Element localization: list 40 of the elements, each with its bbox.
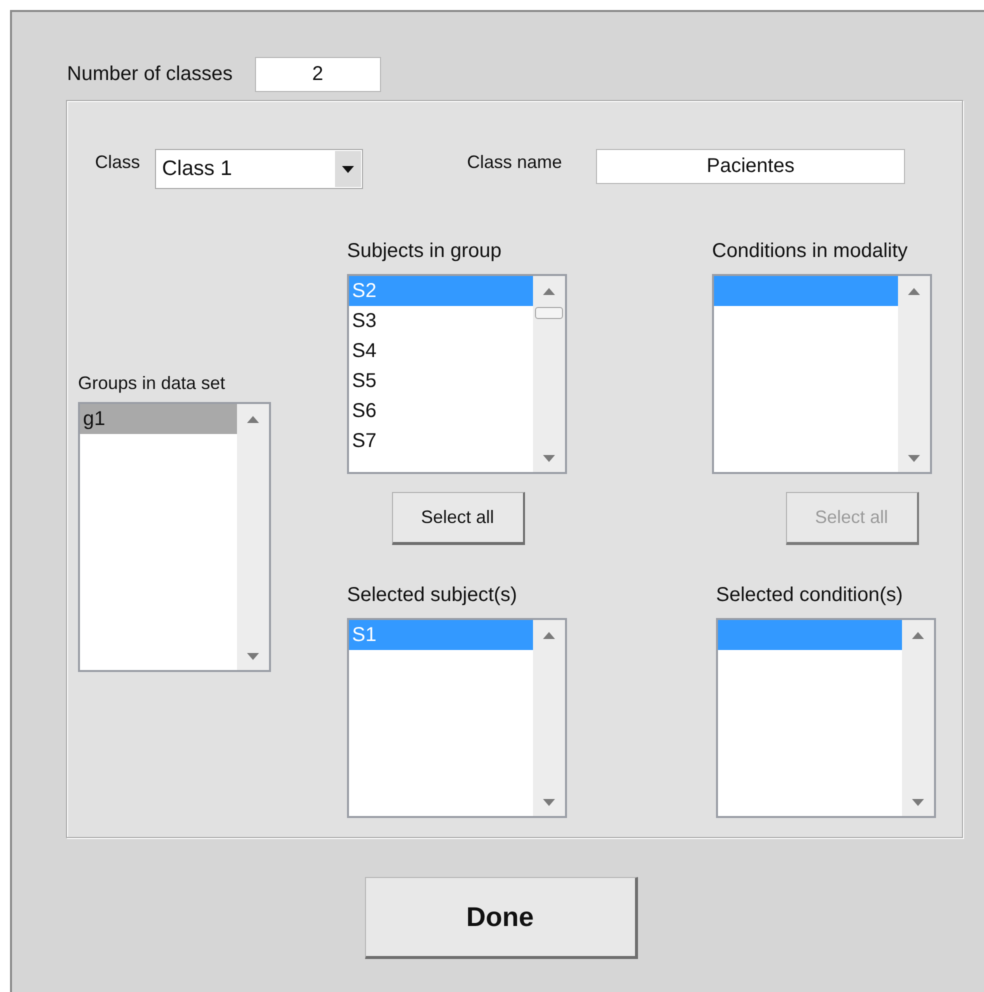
scroll-down-arrow-icon[interactable]	[912, 799, 924, 806]
scroll-down-arrow-icon[interactable]	[543, 799, 555, 806]
scroll-thumb[interactable]	[535, 307, 563, 319]
scroll-up-arrow-icon[interactable]	[247, 416, 259, 423]
list-box[interactable]: S2 S3 S4 S5 S6 S7	[347, 274, 567, 474]
scroll-up-arrow-icon[interactable]	[908, 288, 920, 295]
scroll-up-arrow-icon[interactable]	[543, 288, 555, 295]
field-label: Class name	[467, 151, 562, 174]
scroll-bar[interactable]	[898, 276, 930, 472]
scroll-bar[interactable]	[533, 620, 565, 816]
list-box[interactable]	[712, 274, 932, 474]
dropdown-arrow-icon	[342, 166, 354, 172]
list-label: Groups in data set	[78, 372, 226, 395]
list-item[interactable]: S4	[349, 336, 533, 366]
list-label: Subjects in group	[347, 239, 503, 264]
scroll-up-arrow-icon[interactable]	[543, 632, 555, 639]
list-box[interactable]	[716, 618, 936, 818]
list-label: Selected subject(s)	[347, 583, 518, 608]
list-item[interactable]: S5	[349, 366, 533, 396]
list-item[interactable]: S6	[349, 396, 533, 426]
scroll-down-arrow-icon[interactable]	[908, 455, 920, 462]
scroll-down-arrow-icon[interactable]	[543, 455, 555, 462]
list-item[interactable]: S3	[349, 306, 533, 336]
list-label: Selected condition(s)	[716, 583, 904, 608]
class-name-field[interactable]: Pacientes	[596, 149, 906, 184]
list-label: Conditions in modality	[712, 239, 909, 264]
list-box[interactable]: g1	[78, 402, 271, 672]
scroll-down-arrow-icon[interactable]	[247, 653, 259, 660]
scroll-bar[interactable]	[902, 620, 934, 816]
list-item[interactable]: g1	[80, 404, 237, 434]
select-all-button[interactable]: Select all	[392, 492, 524, 545]
list-item[interactable]: S7	[349, 426, 533, 456]
scroll-bar[interactable]	[237, 404, 269, 670]
scroll-up-arrow-icon[interactable]	[912, 632, 924, 639]
field-label: Class	[95, 151, 140, 174]
class-dropdown[interactable]: Class 1	[155, 149, 364, 189]
scroll-bar[interactable]	[533, 276, 565, 472]
field-label: Number of classes	[67, 62, 233, 87]
done-button[interactable]: Done	[364, 877, 638, 959]
number-of-classes-field[interactable]: 2	[254, 56, 381, 92]
